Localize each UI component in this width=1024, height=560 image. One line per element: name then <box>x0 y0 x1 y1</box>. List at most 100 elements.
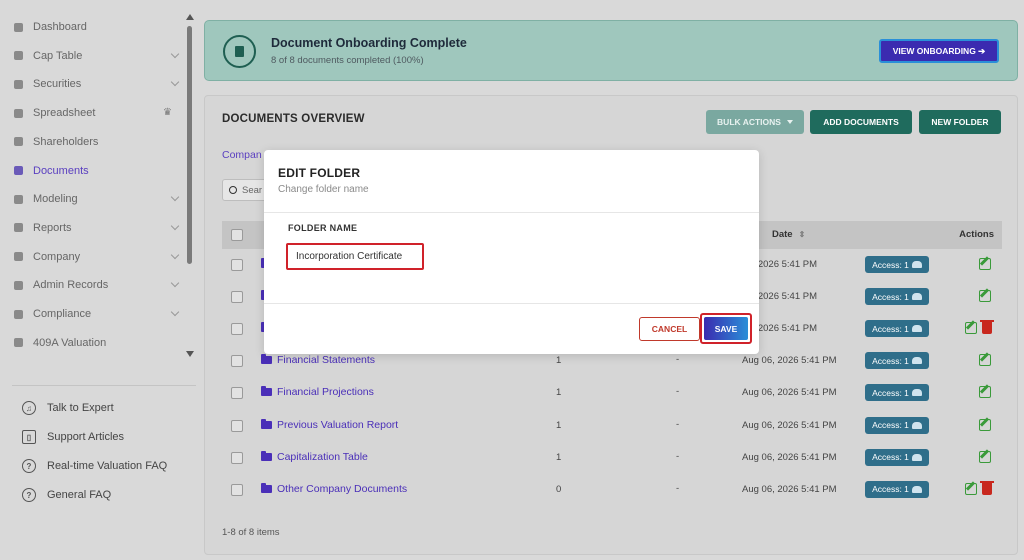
edit-icon[interactable] <box>979 354 991 367</box>
chart-icon <box>12 337 24 349</box>
sort-icon: ⇕ <box>798 230 806 239</box>
folder-icon <box>261 450 272 461</box>
placeholder-value: - <box>676 386 680 398</box>
users-icon <box>911 261 922 268</box>
help-link-talk-to-expert[interactable]: ♫ Talk to Expert <box>22 398 114 418</box>
folder-icon <box>12 165 24 177</box>
scrollbar-thumb[interactable] <box>187 26 192 264</box>
modified-date: Aug 06, 2026 5:41 PM <box>742 419 837 431</box>
scroll-down-arrow-icon[interactable] <box>186 351 194 357</box>
book-icon: ▯ <box>22 430 36 444</box>
sidebar-item-documents[interactable]: Documents <box>12 159 184 183</box>
sidebar-item-label: Compliance <box>33 308 92 320</box>
caret-down-icon <box>786 120 793 124</box>
modified-date: Aug 06, 2026 5:41 PM <box>742 483 837 495</box>
view-onboarding-button[interactable]: VIEW ONBOARDING ➔ <box>879 39 999 63</box>
folder-name-link[interactable]: Capitalization Table <box>277 451 368 463</box>
help-circle-icon: ? <box>22 459 36 473</box>
row-checkbox[interactable] <box>231 355 243 368</box>
folder-name-input[interactable] <box>286 243 424 270</box>
breadcrumb-company[interactable]: Compan <box>222 149 262 161</box>
sidebar: Dashboard Cap Table Securities Spreadsheet ♛… <box>0 0 200 560</box>
edit-icon[interactable] <box>979 386 991 399</box>
row-checkbox[interactable] <box>231 419 243 432</box>
edit-icon[interactable] <box>979 450 991 463</box>
sidebar-item-409a-valuation[interactable]: 409A Valuation <box>12 331 184 355</box>
access-badge[interactable]: Access: 1 <box>865 384 929 402</box>
edit-icon[interactable] <box>979 290 991 303</box>
chevron-down-icon <box>170 78 180 87</box>
row-checkbox[interactable] <box>231 387 243 400</box>
access-badge[interactable]: Access: 1 <box>865 416 929 434</box>
users-icon <box>911 421 922 429</box>
access-badge[interactable]: Access: 1 <box>865 352 929 370</box>
access-badge[interactable]: Access: 1 <box>865 320 929 338</box>
edit-icon[interactable] <box>965 482 977 495</box>
scroll-up-arrow-icon[interactable] <box>186 14 194 20</box>
spreadsheet-icon <box>12 107 24 119</box>
chevron-down-icon <box>170 250 180 259</box>
access-label: Access: 1 <box>872 355 909 366</box>
access-badge[interactable]: Access: 1 <box>865 288 929 306</box>
sidebar-item-shareholders[interactable]: Shareholders <box>12 130 184 154</box>
sidebar-item-spreadsheet[interactable]: Spreadsheet ♛ <box>12 101 184 125</box>
edit-icon[interactable] <box>979 418 991 431</box>
edit-icon[interactable] <box>965 322 977 335</box>
placeholder-value: - <box>676 354 680 366</box>
edit-icon[interactable] <box>979 258 991 270</box>
row-checkbox[interactable] <box>231 259 243 271</box>
sidebar-item-securities[interactable]: Securities <box>12 72 184 96</box>
select-all-checkbox[interactable] <box>231 229 243 241</box>
sidebar-item-admin-records[interactable]: Admin Records <box>12 273 184 297</box>
sidebar-item-dashboard[interactable]: Dashboard <box>12 15 184 39</box>
help-link-label: Support Articles <box>47 431 125 443</box>
shield-icon <box>12 308 24 320</box>
help-link-real-time-valuation-faq[interactable]: ? Real-time Valuation FAQ <box>22 456 167 476</box>
modal-divider <box>264 212 759 213</box>
folder-icon <box>261 354 272 365</box>
row-checkbox[interactable] <box>231 291 243 304</box>
folder-name-link[interactable]: Financial Statements <box>277 354 375 366</box>
users-icon <box>911 325 922 333</box>
chevron-down-icon <box>170 192 180 202</box>
sidebar-item-label: Reports <box>33 221 72 234</box>
report-icon <box>12 222 24 234</box>
row-checkbox[interactable] <box>231 451 243 464</box>
access-label: Access: 1 <box>872 291 909 302</box>
access-badge[interactable]: Access: 1 <box>865 448 929 466</box>
sidebar-item-compliance[interactable]: Compliance <box>12 302 184 326</box>
search-icon <box>229 186 237 194</box>
trash-icon[interactable] <box>980 320 994 335</box>
document-count: 1 <box>556 419 562 431</box>
users-icon <box>911 357 922 365</box>
modified-date: Aug 06, 2026 5:41 PM <box>742 451 837 463</box>
cancel-button[interactable]: CANCEL <box>639 317 700 341</box>
add-documents-button[interactable]: ADD DOCUMENTS <box>810 110 912 134</box>
sidebar-item-company[interactable]: Company <box>12 245 184 269</box>
sidebar-item-label: Dashboard <box>33 21 87 33</box>
folder-name-link[interactable]: Financial Projections <box>277 386 374 398</box>
date-column-header[interactable]: Date ⇕ <box>772 229 805 240</box>
sidebar-item-cap-table[interactable]: Cap Table <box>12 44 184 68</box>
access-badge[interactable]: Access: 1 <box>865 256 929 273</box>
access-label: Access: 1 <box>872 420 909 430</box>
document-count: 1 <box>556 387 562 399</box>
sidebar-item-modeling[interactable]: Modeling <box>12 187 184 211</box>
document-check-icon <box>223 35 256 68</box>
trash-icon[interactable] <box>980 480 994 495</box>
sidebar-item-label: 409A Valuation <box>33 336 107 349</box>
bulk-actions-button[interactable]: BULK ACTIONS <box>706 110 804 134</box>
row-checkbox[interactable] <box>231 483 243 496</box>
access-badge[interactable]: Access: 1 <box>865 480 929 498</box>
help-link-general-faq[interactable]: ? General FAQ <box>22 485 111 505</box>
document-count: 1 <box>556 355 562 367</box>
folder-name-link[interactable]: Other Company Documents <box>277 483 407 495</box>
sidebar-item-reports[interactable]: Reports <box>12 216 184 240</box>
row-checkbox[interactable] <box>231 323 243 336</box>
new-folder-button[interactable]: NEW FOLDER <box>919 110 1001 134</box>
documents-title: DOCUMENTS OVERVIEW <box>222 113 365 125</box>
folder-name-link[interactable]: Previous Valuation Report <box>277 419 398 431</box>
save-button[interactable]: SAVE <box>704 317 748 340</box>
modified-date: Aug 06, 2026 5:41 PM <box>742 387 837 399</box>
help-link-support-articles[interactable]: ▯ Support Articles <box>22 427 124 447</box>
